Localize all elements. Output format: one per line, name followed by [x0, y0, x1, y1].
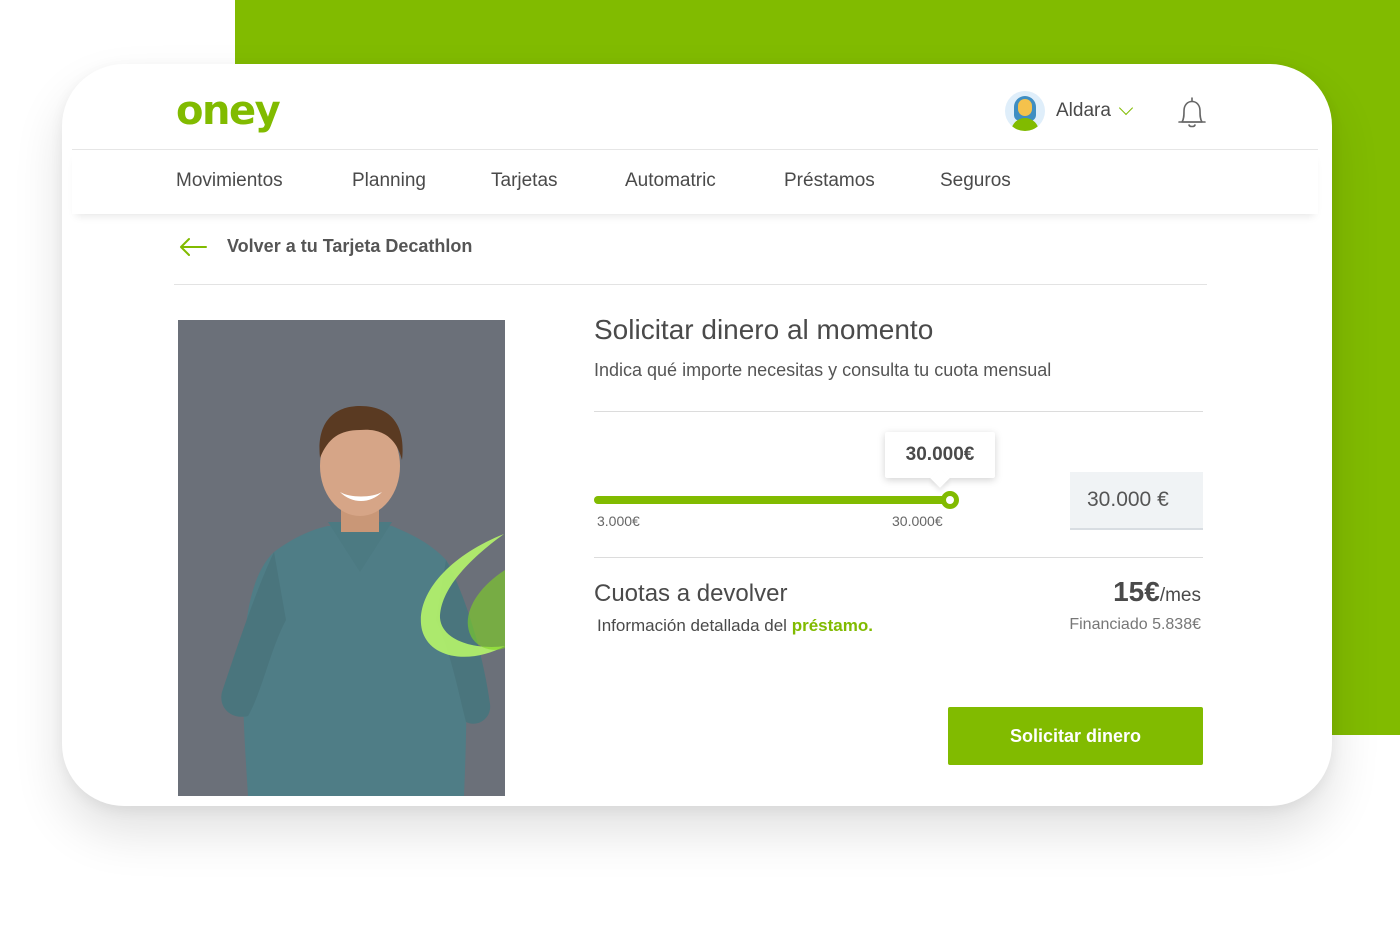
back-link[interactable]: Volver a tu Tarjeta Decathlon	[178, 236, 472, 257]
user-name: Aldara	[1056, 100, 1111, 121]
user-avatar-icon	[1005, 91, 1045, 131]
nav-item-planning[interactable]: Planning	[352, 170, 426, 192]
financed-amount: Financiado 5.838€	[1069, 616, 1201, 633]
arrow-left-icon	[180, 237, 207, 256]
slider-fill	[594, 496, 950, 504]
monthly-fee: 15€/mes	[1113, 576, 1201, 608]
section-divider	[174, 284, 1207, 285]
cuotas-title: Cuotas a devolver	[594, 580, 788, 607]
nav-item-seguros[interactable]: Seguros	[940, 170, 1011, 192]
oney-logo[interactable]: oney	[176, 88, 281, 134]
chevron-down-icon	[1118, 100, 1133, 116]
app-window: oney Aldara Movimientos Planning Tarjeta…	[62, 64, 1332, 806]
user-menu[interactable]: Aldara	[1005, 91, 1133, 131]
slider-handle[interactable]	[941, 491, 959, 509]
hero-photo	[178, 320, 505, 796]
slider-max-label: 30.000€	[892, 513, 943, 529]
bell-icon[interactable]	[1174, 95, 1210, 131]
fee-amount: 15€	[1113, 576, 1160, 607]
nav-item-tarjetas[interactable]: Tarjetas	[491, 170, 558, 192]
panel-title: Solicitar dinero al momento	[594, 314, 934, 345]
fee-unit: /mes	[1159, 585, 1201, 606]
panel-subtitle: Indica qué importe necesitas y consulta …	[594, 360, 1052, 380]
nav-item-movimientos[interactable]: Movimientos	[176, 170, 283, 192]
slider-min-label: 3.000€	[597, 513, 640, 529]
cuotas-info: Información detallada del préstamo.	[597, 616, 873, 636]
cuotas-info-text: Información detallada del	[597, 616, 792, 635]
cuotas-divider	[594, 557, 1203, 558]
request-money-button[interactable]: Solicitar dinero	[948, 707, 1203, 765]
amount-input[interactable]	[1070, 472, 1203, 530]
amount-slider[interactable]	[594, 491, 959, 509]
nav-item-automatric[interactable]: Automatric	[625, 170, 716, 192]
panel-divider	[594, 411, 1203, 412]
back-link-label: Volver a tu Tarjeta Decathlon	[227, 236, 473, 256]
prestamo-link[interactable]: préstamo.	[792, 616, 873, 635]
slider-value-tooltip: 30.000€	[885, 432, 995, 478]
nav-item-prestamos[interactable]: Préstamos	[784, 170, 875, 192]
main-nav: Movimientos Planning Tarjetas Automatric…	[72, 150, 1318, 214]
